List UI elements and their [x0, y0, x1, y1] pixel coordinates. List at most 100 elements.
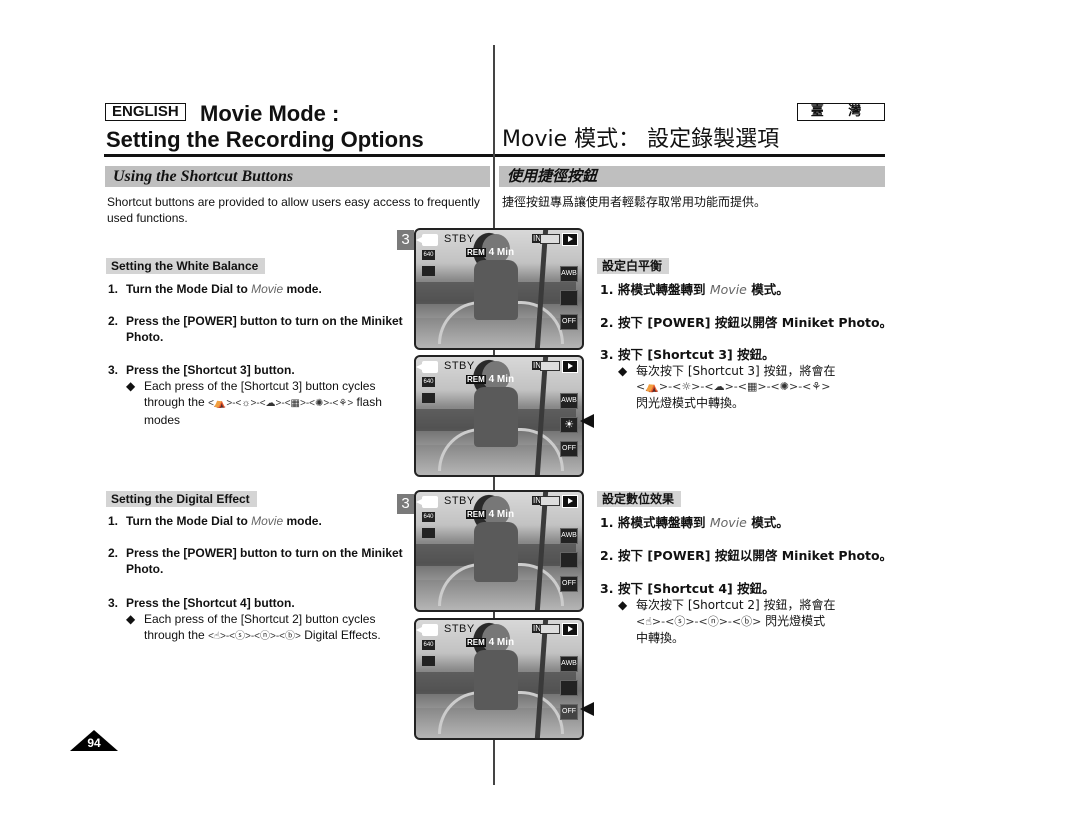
- lcd-status: STBY: [444, 623, 475, 635]
- pointer-arrow-icon: [580, 414, 594, 428]
- camera-lcd-screenshot: STBY REM 4 Min 640 IN AWB OFF: [414, 228, 584, 350]
- step-text: 按下 [Shortcut 4] 按鈕。: [618, 581, 775, 596]
- de-step-3-zh: 3. 按下 [Shortcut 4] 按鈕。: [600, 581, 775, 597]
- lcd-remaining: REM 4 Min: [466, 637, 514, 648]
- white-balance-label-zh: 設定白平衡: [597, 258, 670, 274]
- resolution-icon: 640: [422, 250, 435, 260]
- bullet-line-3: 中轉換。: [636, 631, 685, 645]
- wb-bullet-zh: ◆ 每次按下 [Shortcut 3] 按鈕，將會在 <⛺>-<☼>-<☁>-<…: [618, 363, 888, 411]
- movie-mode-text: Movie: [251, 514, 284, 528]
- step-text-end: 模式。: [746, 515, 789, 530]
- section-heading-zh-text: 使用捷徑按鈕: [507, 167, 598, 185]
- step-badge: 3: [397, 230, 414, 250]
- digital-effect-icon: OFF: [560, 314, 578, 330]
- camera-lcd-screenshot: STBY REM 4 Min 640 IN AWB OFF: [414, 618, 584, 740]
- step-text: Press the [Shortcut 4] button.: [126, 596, 295, 610]
- play-icon: [562, 623, 578, 636]
- movie-camera-icon: [416, 234, 438, 246]
- flash-icon: [560, 290, 578, 306]
- quality-icon: [422, 656, 435, 666]
- movie-camera-icon: [416, 624, 438, 636]
- step-text-end: mode.: [283, 282, 322, 296]
- lcd-status: STBY: [444, 495, 475, 507]
- digital-effect-cycle-icons: <☝>-<ⓢ>-<ⓝ>-<ⓑ>: [208, 631, 301, 642]
- flash-mode-cycle-icons: <⛺>-<☼>-<☁>-<▦>-<✺>-<⚘>: [636, 380, 831, 393]
- step-number: 2.: [108, 546, 119, 560]
- de-bullet-zh: ◆ 每次按下 [Shortcut 2] 按鈕，將會在 <☝>-<ⓢ>-<ⓝ>-<…: [618, 597, 888, 646]
- step-text: 按下 [Shortcut 3] 按鈕。: [618, 347, 775, 362]
- movie-mode-text: Movie: [709, 515, 747, 530]
- bullet-diamond-icon: ◆: [618, 364, 628, 378]
- camera-lcd-screenshot: STBY REM 4 Min 640 IN AWB ☀ OFF: [414, 355, 584, 477]
- lcd-status: STBY: [444, 360, 475, 372]
- lcd-remaining: REM 4 Min: [466, 509, 514, 520]
- de-step-2-zh: 2. 按下 [POWER] 按鈕以開啓 Miniket Photo。: [600, 548, 892, 564]
- step-number: 1.: [108, 514, 119, 528]
- digital-effect-icon: OFF: [560, 576, 578, 592]
- digital-effect-label-zh: 設定數位效果: [597, 491, 682, 507]
- remaining-time: 4 Min: [488, 637, 515, 648]
- white-balance-icon: AWB: [560, 266, 578, 282]
- step-text: Turn the Mode Dial to: [126, 514, 252, 528]
- page-number: 94: [87, 736, 101, 750]
- step-text-end: mode.: [283, 514, 322, 528]
- lcd-remaining: REM 4 Min: [466, 247, 514, 258]
- movie-mode-text: Movie: [709, 282, 747, 297]
- page-title-line2: Setting the Recording Options: [106, 127, 424, 152]
- wb-step-1-zh: 1. 將模式轉盤轉到 Movie 模式。: [600, 282, 789, 298]
- digital-effect-icon: OFF: [560, 441, 578, 457]
- rem-label: REM: [466, 248, 486, 257]
- step-badge: 3: [397, 494, 414, 514]
- daylight-wb-icon: ☀: [560, 417, 578, 433]
- movie-camera-icon: [416, 496, 438, 508]
- de-step-1-zh: 1. 將模式轉盤轉到 Movie 模式。: [600, 515, 789, 531]
- de-step-3: 3. Press the [Shortcut 4] button.: [108, 595, 408, 611]
- bullet-line-1: 每次按下 [Shortcut 2] 按鈕，將會在: [636, 598, 836, 612]
- white-balance-icon: AWB: [560, 656, 578, 672]
- page-title-line1: Movie Mode :: [200, 101, 340, 126]
- pointer-arrow-icon: [580, 702, 594, 716]
- bullet-text-end: Digital Effects.: [300, 628, 381, 642]
- lcd-remaining: REM 4 Min: [466, 374, 514, 385]
- wb-step-2-zh: 2. 按下 [POWER] 按鈕以開啓 Miniket Photo。: [600, 315, 892, 331]
- movie-camera-icon: [416, 361, 438, 373]
- step-number: 3.: [600, 347, 614, 362]
- white-balance-icon: AWB: [560, 393, 578, 409]
- wb-step-1: 1. Turn the Mode Dial to Movie mode.: [108, 281, 408, 297]
- bullet-line-2-end: 閃光燈模式: [761, 614, 826, 628]
- bullet-diamond-icon: ◆: [618, 598, 628, 612]
- wb-step-3: 3. Press the [Shortcut 3] button.: [108, 362, 408, 378]
- page-title-zh: Movie 模式： 設定錄製選項: [502, 127, 780, 152]
- quality-icon: [422, 528, 435, 538]
- step-number: 1.: [600, 282, 614, 297]
- title-rule-zh: [495, 154, 885, 157]
- step-number: 2.: [108, 314, 119, 328]
- de-bullet: ◆ Each press of the [Shortcut 2] button …: [126, 611, 416, 645]
- flash-mode-cycle-icons: <⛺>-<☼>-<☁>-<▦>-<✺>-<⚘>: [208, 398, 354, 409]
- step-text: 將模式轉盤轉到: [618, 282, 710, 297]
- remaining-time: 4 Min: [488, 509, 515, 520]
- step-text: 按下 [POWER] 按鈕以開啓 Miniket Photo。: [618, 548, 893, 563]
- bullet-diamond-icon: ◆: [126, 379, 136, 393]
- digital-effect-icon: OFF: [560, 704, 578, 720]
- remaining-time: 4 Min: [488, 247, 515, 258]
- play-icon: [562, 360, 578, 373]
- step-text: Press the [Shortcut 3] button.: [126, 363, 295, 377]
- white-balance-label: Setting the White Balance: [106, 258, 266, 274]
- rem-label: REM: [466, 510, 486, 519]
- resolution-icon: 640: [422, 377, 435, 387]
- resolution-icon: 640: [422, 512, 435, 522]
- intro-en: Shortcut buttons are provided to allow u…: [107, 195, 480, 225]
- step-number: 1.: [108, 282, 119, 296]
- flash-icon: [560, 680, 578, 696]
- play-icon: [562, 495, 578, 508]
- section-heading-en-text: Using the Shortcut Buttons: [113, 168, 294, 185]
- step-text: Press the [POWER] button to turn on the …: [126, 546, 403, 576]
- language-badge: ENGLISH: [105, 103, 186, 121]
- step-number: 3.: [108, 596, 119, 610]
- step-number: 3.: [108, 363, 119, 377]
- region-badge: 臺 灣: [797, 103, 885, 121]
- digital-effect-cycle-icons: <☝>-<ⓢ>-<ⓝ>-<ⓑ>: [636, 615, 762, 628]
- section-heading-en: Using the Shortcut Buttons: [105, 166, 490, 187]
- digital-effect-label: Setting the Digital Effect: [106, 491, 257, 507]
